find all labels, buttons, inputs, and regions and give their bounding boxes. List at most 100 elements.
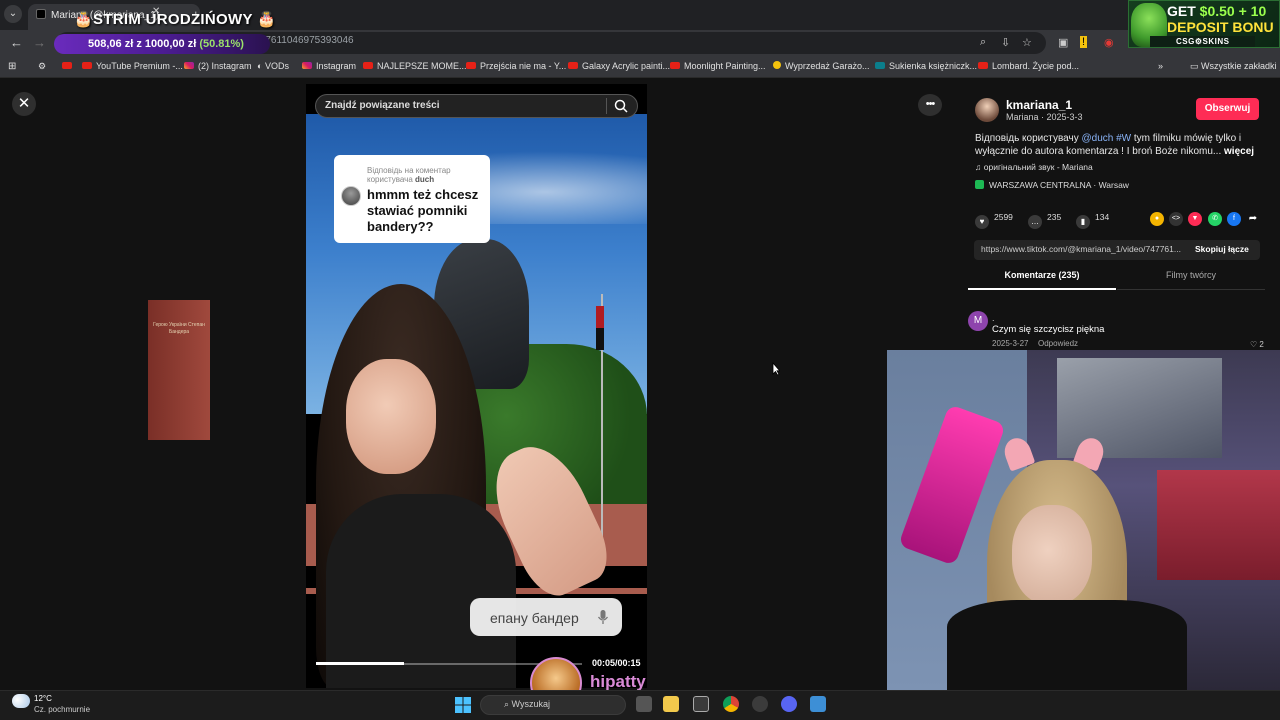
photos-icon[interactable] bbox=[810, 696, 826, 712]
avatar bbox=[341, 186, 361, 206]
yellow-dot-icon bbox=[773, 61, 781, 69]
comment-author[interactable]: . bbox=[992, 313, 995, 323]
tiktok-icon bbox=[36, 9, 46, 19]
globe-icon: ◐ bbox=[257, 61, 265, 71]
store-icon[interactable] bbox=[693, 696, 709, 712]
tab-search-icon[interactable]: ⌄ bbox=[4, 5, 22, 23]
taskbar-search-input[interactable] bbox=[480, 695, 626, 715]
weather-icon[interactable] bbox=[12, 694, 30, 708]
like-button[interactable]: ♥ 2599 bbox=[975, 212, 1013, 229]
comment-text: Czym się szczycisz piękna bbox=[992, 324, 1105, 335]
back-icon[interactable]: ← bbox=[10, 35, 23, 50]
forward-icon[interactable]: → bbox=[33, 35, 46, 50]
obs-icon[interactable] bbox=[752, 696, 768, 712]
windows-start-icon[interactable] bbox=[455, 697, 471, 713]
mouse-cursor-icon bbox=[772, 362, 780, 376]
reply-button[interactable]: Odpowiedz bbox=[1038, 339, 1078, 348]
discord-icon[interactable] bbox=[781, 696, 797, 712]
comment-button[interactable]: … 235 bbox=[1028, 212, 1061, 229]
streamer-name: hipatty bbox=[590, 672, 646, 691]
streamer-body bbox=[947, 600, 1187, 690]
extension-icon[interactable]: ⚙ bbox=[38, 61, 46, 72]
search-icon[interactable] bbox=[613, 98, 629, 114]
bookmark-icon: ▮ bbox=[1076, 215, 1090, 229]
copy-link-button[interactable]: Skopiuj łącze bbox=[1195, 244, 1249, 254]
comment-date: 2025-3-27 bbox=[992, 339, 1029, 348]
comment-like-button[interactable]: ♡ 2 bbox=[1250, 340, 1264, 349]
facebook-icon[interactable]: f bbox=[1227, 212, 1241, 226]
save-button[interactable]: ▮ 134 bbox=[1076, 212, 1109, 229]
send-icon[interactable]: ▼ bbox=[1188, 212, 1202, 226]
hashtag-link[interactable]: #W bbox=[1116, 133, 1131, 144]
bookmark-item[interactable]: YouTube Premium -... bbox=[82, 61, 183, 71]
weather-description[interactable]: Cz. pochmurnie bbox=[34, 705, 90, 714]
apps-icon[interactable]: ⊞ bbox=[8, 61, 16, 72]
bookmark-item[interactable]: ◐ VODs bbox=[257, 61, 289, 71]
tab-creator-videos[interactable]: Filmy twórcy bbox=[1117, 270, 1265, 290]
streamer-face bbox=[1012, 505, 1092, 605]
youtube-icon bbox=[978, 62, 988, 69]
tab-comments[interactable]: Komentarze (235) bbox=[968, 270, 1116, 290]
extension-icon[interactable]: ◉ bbox=[1104, 36, 1114, 49]
extension-icon[interactable]: ! bbox=[1080, 36, 1088, 48]
bookmark-item[interactable]: Galaxy Acrylic painti... bbox=[568, 61, 670, 71]
avatar[interactable]: M bbox=[968, 311, 988, 331]
close-icon[interactable]: ✕ bbox=[12, 92, 36, 116]
follow-button[interactable]: Obserwuj bbox=[1196, 98, 1259, 120]
youtube-icon bbox=[568, 62, 578, 69]
creator-username[interactable]: kmariana_1 bbox=[1006, 98, 1072, 112]
task-view-icon[interactable] bbox=[636, 696, 652, 712]
all-bookmarks[interactable]: ▭ Wszystkie zakładki bbox=[1190, 61, 1277, 72]
avatar[interactable] bbox=[975, 98, 999, 122]
mic-icon bbox=[597, 610, 609, 624]
reply-comment-text: hmmm też chcesz stawiać pomniki bandery?… bbox=[367, 187, 479, 234]
webcam-overlay bbox=[887, 350, 1280, 690]
webcam-couch bbox=[1157, 470, 1280, 580]
install-icon[interactable]: ⇩ bbox=[1001, 36, 1010, 49]
banner-subline: DEPOSIT BONU bbox=[1167, 19, 1274, 35]
youtube-icon bbox=[82, 62, 92, 69]
video-description: Відповідь користувачу @duch #W tym filmi… bbox=[975, 133, 1255, 157]
bookmark-item[interactable]: Przejścia nie ma - Y... bbox=[466, 61, 566, 71]
youtube-icon bbox=[62, 62, 72, 69]
more-options-icon[interactable]: ••• bbox=[918, 94, 942, 116]
coin-icon[interactable]: ● bbox=[1150, 212, 1164, 226]
donation-goal-text: 508,06 zł z 1000,00 zł (50.81%) bbox=[88, 38, 244, 50]
search-divider bbox=[606, 98, 607, 114]
whatsapp-icon[interactable]: ✆ bbox=[1208, 212, 1222, 226]
bookmark-item[interactable]: Moonlight Painting... bbox=[670, 61, 766, 71]
creator-face bbox=[346, 359, 436, 474]
share-icon[interactable]: ➦ bbox=[1246, 212, 1260, 226]
youtube-icon bbox=[670, 62, 680, 69]
bookmark-item[interactable]: Instagram bbox=[302, 61, 356, 71]
file-explorer-icon[interactable] bbox=[663, 696, 679, 712]
folder-icon: ▭ bbox=[1190, 61, 1202, 71]
bookmark-item[interactable]: Sukienka księżniczk... bbox=[875, 61, 977, 71]
heart-icon: ♥ bbox=[975, 215, 989, 229]
location-link[interactable]: WARSZAWA CENTRALNA · Warsaw bbox=[975, 180, 1129, 190]
weather-temperature[interactable]: 12°C bbox=[34, 694, 52, 703]
v-icon bbox=[875, 62, 885, 69]
reply-hint: Відповідь на коментар користувача duch bbox=[367, 166, 451, 184]
bookmark-item[interactable]: Lombard. Życie pod... bbox=[978, 61, 1079, 71]
bookmark-item[interactable]: Wyprzedaż Garażo... bbox=[773, 61, 869, 71]
bookmarks-overflow-icon[interactable]: » bbox=[1158, 61, 1163, 71]
bookmark-item[interactable]: NAJLEPSZE MOME... bbox=[363, 61, 467, 71]
banner-brand: CSG⚙SKINS bbox=[1150, 36, 1256, 47]
comment-icon: … bbox=[1028, 215, 1042, 229]
more-button[interactable]: więcej bbox=[1224, 146, 1254, 157]
taskbar-search-text: ⌕ Wyszukaj bbox=[504, 699, 550, 709]
video-progress-fill bbox=[316, 662, 404, 665]
bookmark-item[interactable] bbox=[62, 61, 76, 71]
embed-icon[interactable]: <> bbox=[1169, 212, 1183, 226]
search-icon: ⌕ bbox=[504, 699, 512, 709]
bookmark-star-icon[interactable]: ☆ bbox=[1022, 36, 1032, 49]
zoom-icon[interactable]: ⌕ bbox=[980, 36, 986, 49]
bookmark-item[interactable]: (2) Instagram bbox=[184, 61, 252, 71]
youtube-icon bbox=[363, 62, 373, 69]
mention-link[interactable]: @duch bbox=[1081, 133, 1113, 144]
chrome-icon[interactable] bbox=[723, 696, 739, 712]
video-link-text[interactable]: https://www.tiktok.com/@kmariana_1/video… bbox=[981, 244, 1187, 254]
extension-icon[interactable]: ▣ bbox=[1058, 36, 1068, 49]
sound-link[interactable]: ♫ оригінальний звук - Mariana bbox=[975, 162, 1093, 172]
